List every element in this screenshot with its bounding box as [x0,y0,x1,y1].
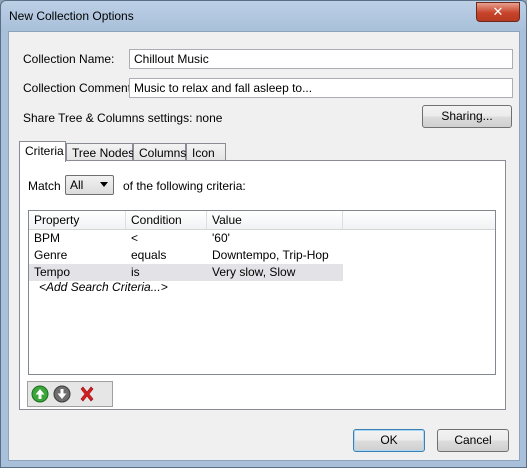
ok-button[interactable]: OK [353,429,425,452]
match-select-value: All [70,178,84,192]
cell-value: '60' [212,231,230,245]
criteria-panel: Match All of the following criteria: Pro… [19,160,506,410]
move-down-icon[interactable] [53,385,71,403]
match-suffix-label: of the following criteria: [123,179,246,193]
cell-property: BPM [34,231,61,245]
close-icon: ✕ [492,4,504,19]
collection-name-label: Collection Name: [23,52,115,66]
delete-icon[interactable] [78,385,96,403]
collection-comment-label: Collection Comment: [23,81,135,95]
column-header-property[interactable]: Property [29,211,126,229]
match-label: Match [28,179,61,193]
share-settings-text: Share Tree & Columns settings: none [23,111,223,125]
add-search-criteria-row[interactable]: <Add Search Criteria...> [39,280,168,294]
tab-columns[interactable]: Columns [133,143,186,161]
move-up-icon[interactable] [31,385,49,403]
grid-header: Property Condition Value [29,211,495,230]
criteria-grid[interactable]: Property Condition Value BPM < '60' Genr… [28,210,496,375]
cell-condition: equals [131,248,167,262]
chevron-down-icon [100,182,108,187]
title-bar[interactable]: New Collection Options ✕ [1,1,526,31]
dialog-window: New Collection Options ✕ Collection Name… [0,0,527,468]
cancel-button[interactable]: Cancel [437,429,509,452]
cell-property: Genre [34,248,68,262]
dialog-client-area: Collection Name: Chillout Music Collecti… [8,31,520,461]
cell-value: Very slow, Slow [212,265,296,279]
column-header-value[interactable]: Value [207,211,343,229]
cell-condition: is [131,265,140,279]
table-row[interactable]: Genre equals Downtempo, Trip-Hop [29,247,343,264]
collection-comment-input[interactable]: Music to relax and fall asleep to... [129,78,513,98]
tab-icon[interactable]: Icon [186,143,226,161]
tab-criteria[interactable]: Criteria [19,141,66,162]
table-row[interactable]: BPM < '60' [29,230,343,247]
criteria-toolbar [27,381,113,407]
sharing-button[interactable]: Sharing... [422,105,512,128]
close-button[interactable]: ✕ [476,2,520,22]
cell-condition: < [131,231,139,245]
column-header-condition[interactable]: Condition [126,211,207,229]
window-title: New Collection Options [9,9,134,23]
collection-name-input[interactable]: Chillout Music [129,49,513,69]
match-select[interactable]: All [65,175,114,195]
cell-value: Downtempo, Trip-Hop [212,248,329,262]
cell-property: Tempo [34,265,71,279]
table-row-selected[interactable]: Tempo is Very slow, Slow [29,264,343,281]
tab-tree-nodes[interactable]: Tree Nodes [66,143,134,161]
